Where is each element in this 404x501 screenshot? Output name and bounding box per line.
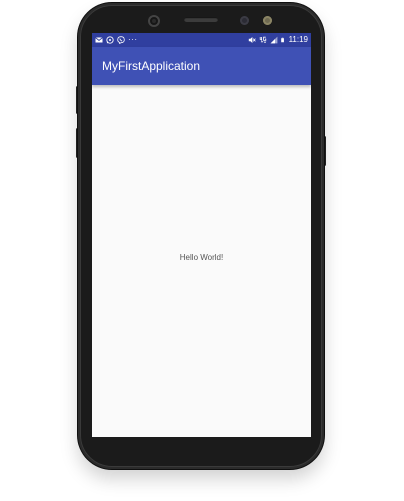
signal-icon — [270, 36, 277, 44]
status-bar: ··· 11:19 — [92, 33, 311, 47]
status-bar-system: 11:19 — [248, 33, 308, 47]
whatsapp-icon — [106, 36, 114, 44]
front-camera-icon — [148, 15, 160, 27]
hello-world-text: Hello World! — [179, 253, 224, 262]
mute-icon — [248, 37, 256, 43]
device-screen: ··· 11:19 MyFirstApplication Hello World… — [92, 33, 311, 437]
status-time: 11:19 — [288, 35, 308, 44]
phone-chin — [92, 437, 311, 461]
earpiece-speaker — [184, 17, 218, 22]
battery-icon — [280, 37, 284, 43]
front-flash-icon — [263, 16, 272, 25]
main-content: Hello World! — [92, 85, 311, 437]
email-icon — [95, 37, 103, 43]
viber-icon — [117, 36, 125, 44]
status-bar-notifications: ··· — [95, 33, 138, 47]
app-toolbar: MyFirstApplication — [92, 47, 311, 85]
more-notifications-indicator: ··· — [128, 35, 138, 44]
proximity-sensor-icon — [240, 16, 249, 25]
4g-icon — [259, 36, 266, 44]
app-title: MyFirstApplication — [102, 59, 201, 73]
